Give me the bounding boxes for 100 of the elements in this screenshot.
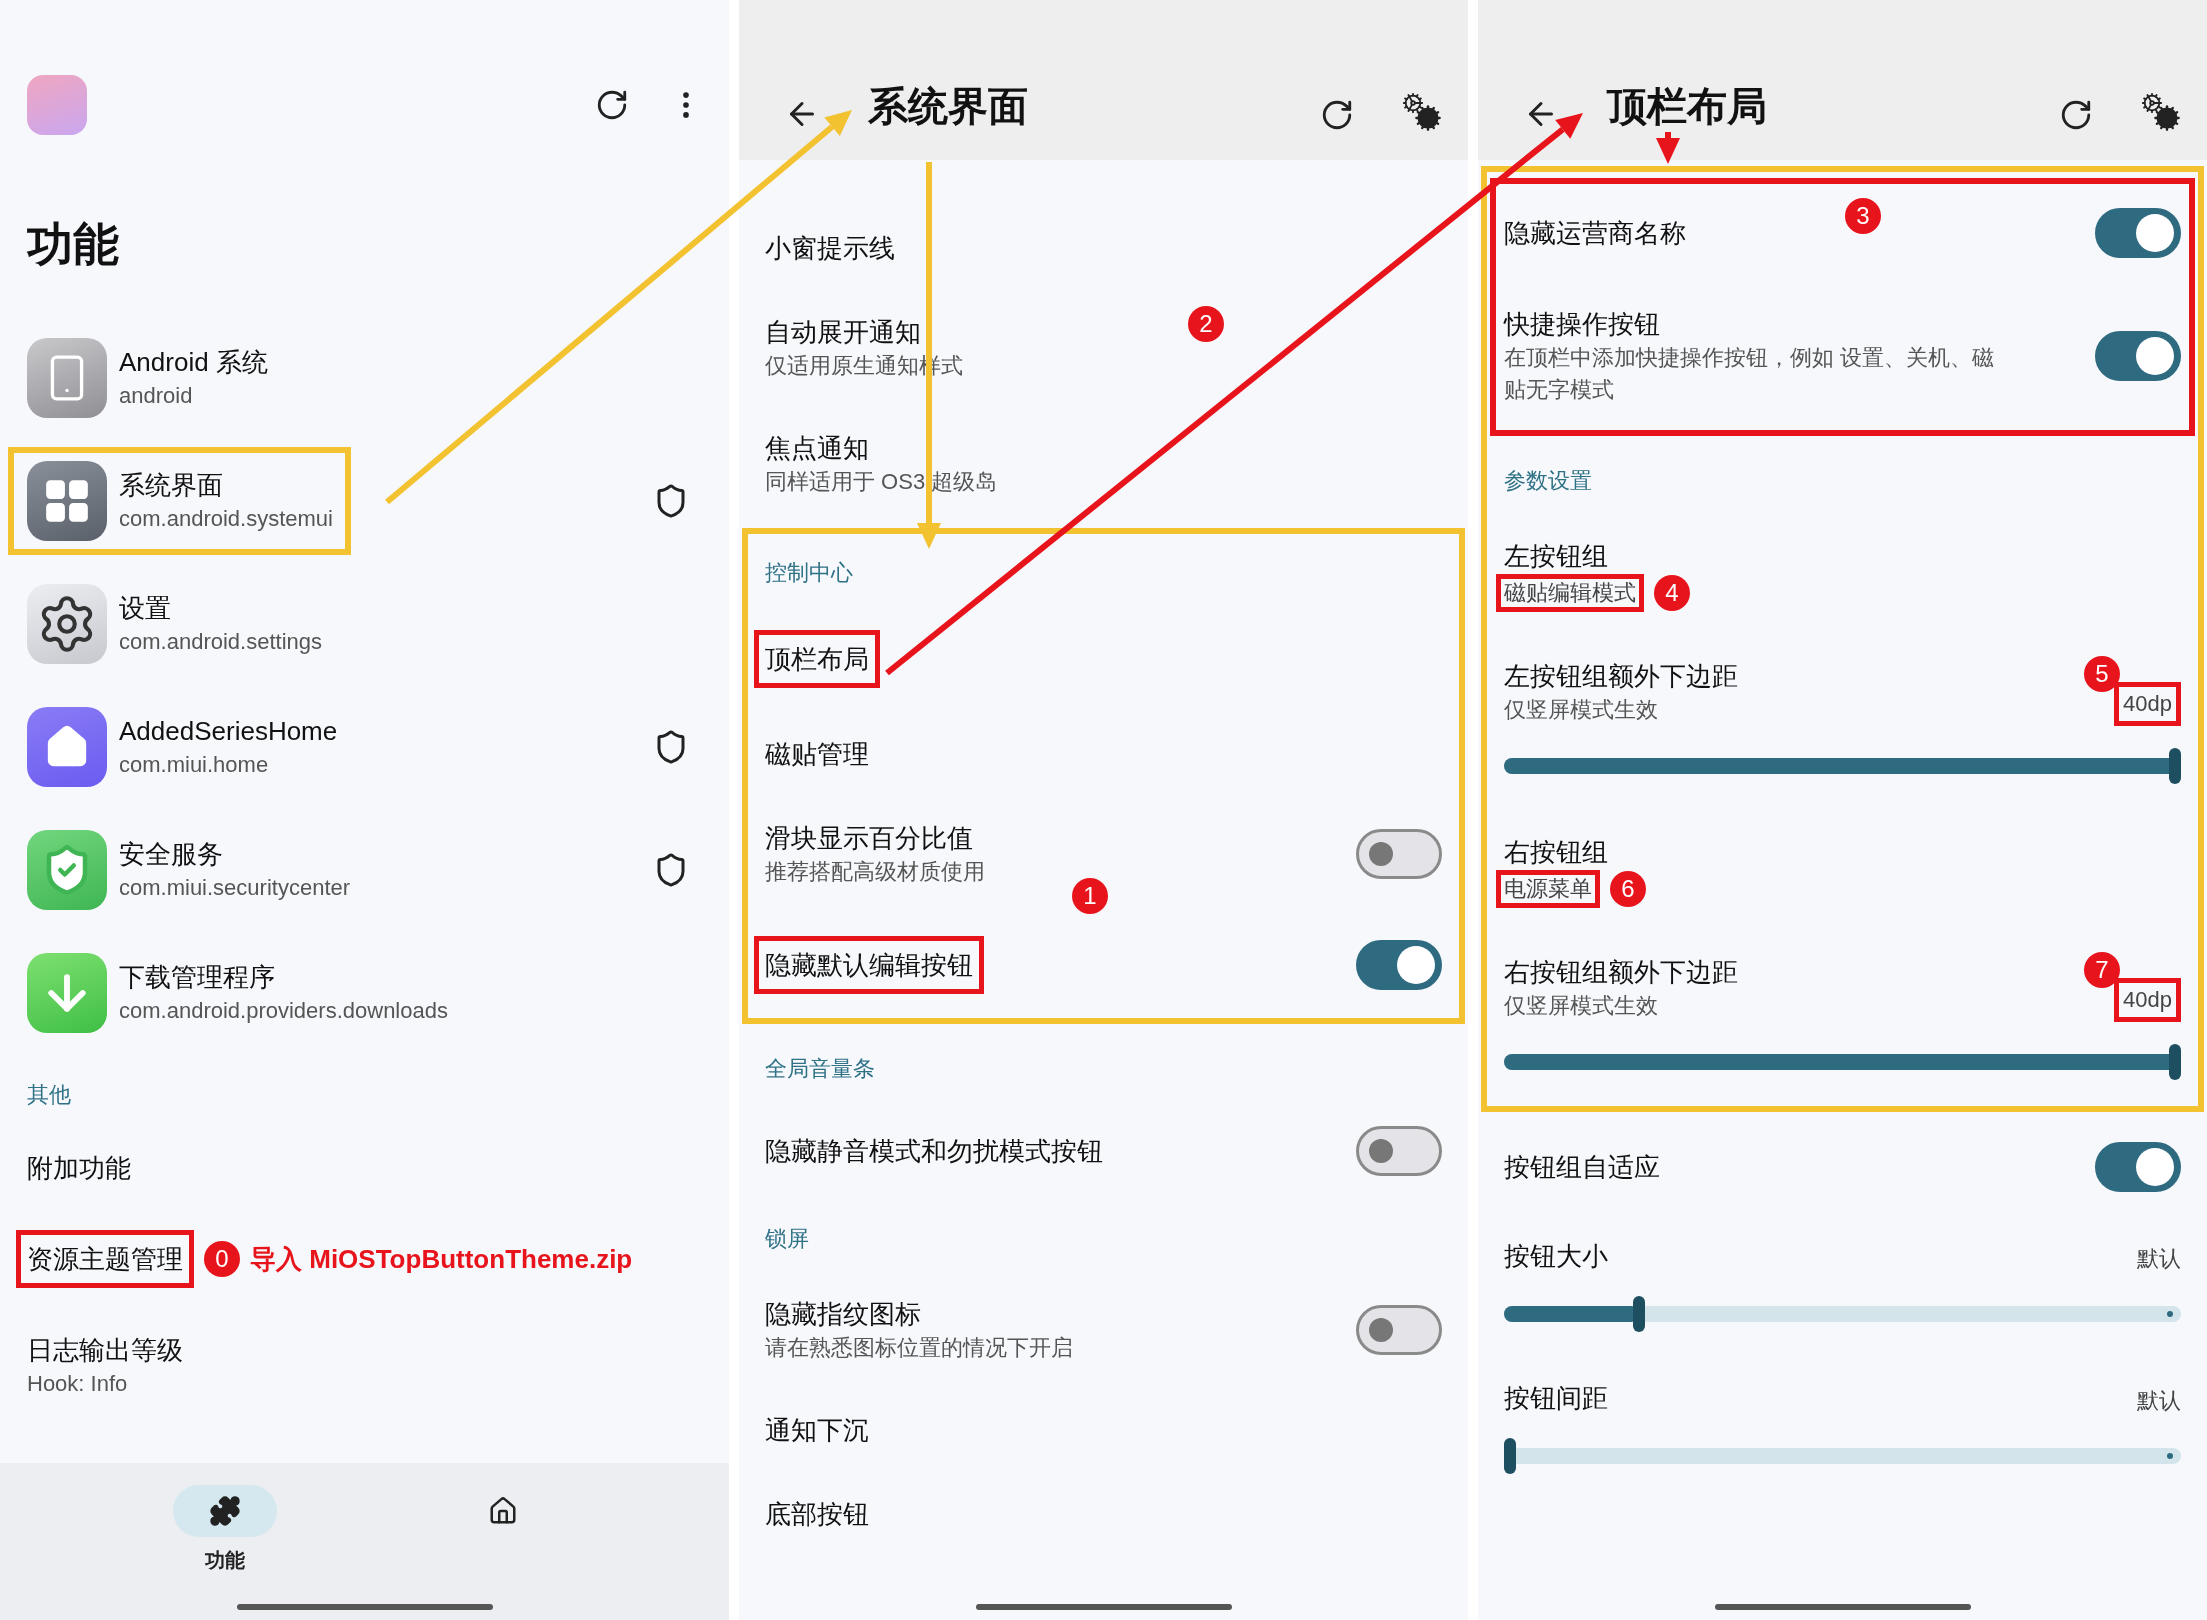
page-title: 功能 bbox=[26, 217, 120, 272]
section-header: 控制中心 bbox=[764, 559, 854, 587]
gears-icon[interactable] bbox=[2141, 92, 2181, 132]
step-badge: 3 bbox=[1845, 198, 1881, 234]
app-logo bbox=[27, 75, 87, 135]
shield-app-icon bbox=[27, 829, 107, 910]
toggle-switch[interactable] bbox=[1356, 1126, 1442, 1176]
item-title: 底部按钮 bbox=[765, 1498, 869, 1531]
app-name: 系统界面 bbox=[119, 468, 223, 502]
slider[interactable] bbox=[1504, 1296, 2181, 1332]
download-app-icon bbox=[27, 952, 107, 1033]
step-badge: 2 bbox=[1188, 306, 1224, 342]
item-title: 小窗提示线 bbox=[765, 232, 895, 265]
item-subtitle: 同样适用于 OS3 超级岛 bbox=[765, 468, 998, 496]
item-title: 按钮大小 bbox=[1504, 1240, 1608, 1273]
section-header: 其他 bbox=[26, 1081, 72, 1109]
package-name: com.android.settings bbox=[119, 627, 322, 656]
toggle-switch[interactable] bbox=[2095, 208, 2181, 258]
home-app-icon bbox=[27, 706, 107, 787]
gear-app-icon bbox=[27, 583, 107, 664]
annotation-note: 导入 MiOSTopButtonTheme.zip bbox=[250, 1242, 633, 1276]
toggle-switch[interactable] bbox=[1356, 940, 1442, 990]
item-title[interactable]: 附加功能 bbox=[27, 1150, 131, 1186]
slider-value: 40dp bbox=[2114, 978, 2181, 1022]
toggle-switch[interactable] bbox=[2095, 1142, 2181, 1192]
item-value: 磁贴编辑模式 bbox=[1496, 574, 1644, 612]
app-entry[interactable]: 系统界面 com.android.systemui bbox=[8, 446, 351, 555]
app-entry[interactable]: 设置 com.android.settings bbox=[8, 569, 340, 678]
item-title: 隐藏指纹图标 bbox=[765, 1298, 921, 1331]
slider-thumb[interactable] bbox=[2169, 748, 2181, 784]
section-header: 全局音量条 bbox=[764, 1055, 876, 1083]
app-name: 安全服务 bbox=[119, 837, 223, 871]
page-title: 系统界面 bbox=[868, 83, 1028, 130]
app-name: 设置 bbox=[119, 591, 171, 625]
step-badge: 1 bbox=[1072, 878, 1108, 914]
package-name: com.android.systemui bbox=[119, 504, 333, 533]
item-value: 电源菜单 bbox=[1496, 870, 1600, 908]
item-subtitle: 请在熟悉图标位置的情况下开启 bbox=[765, 1334, 1073, 1362]
item-title: 顶栏布局 bbox=[754, 630, 880, 688]
refresh-icon[interactable] bbox=[1320, 98, 1354, 132]
item-title: 隐藏静音模式和勿扰模式按钮 bbox=[765, 1135, 1103, 1168]
gears-icon[interactable] bbox=[1402, 92, 1442, 132]
app-name: AddedSeriesHome bbox=[119, 714, 338, 748]
app-entry[interactable]: 安全服务 com.miui.securitycenter bbox=[8, 815, 369, 924]
package-name: com.miui.securitycenter bbox=[119, 873, 351, 902]
slider-thumb[interactable] bbox=[1633, 1296, 1646, 1332]
phone-app-icon bbox=[27, 337, 107, 418]
item-title: 滑块显示百分比值 bbox=[765, 822, 973, 855]
toggle-switch[interactable] bbox=[1356, 829, 1442, 879]
step-badge: 0 bbox=[204, 1241, 240, 1277]
slider-thumb[interactable] bbox=[2169, 1044, 2181, 1080]
slider-value: 默认 bbox=[2137, 1387, 2181, 1415]
slider[interactable] bbox=[1504, 748, 2181, 784]
item-subtitle: 仅竖屏模式生效 bbox=[1504, 992, 1658, 1020]
item-title: 右按钮组额外下边距 bbox=[1504, 956, 1738, 989]
app-name: Android 系统 bbox=[119, 345, 268, 379]
grid-app-icon bbox=[27, 460, 107, 541]
slider[interactable] bbox=[1504, 1438, 2181, 1474]
app-name: 下载管理程序 bbox=[119, 960, 275, 994]
item-subtitle: 在顶栏中添加快捷操作按钮，例如 设置、关机、磁贴无字模式 bbox=[1504, 344, 1996, 404]
step-badge: 4 bbox=[1654, 575, 1690, 611]
item-title: 通知下沉 bbox=[765, 1414, 869, 1447]
item-title: 隐藏运营商名称 bbox=[1504, 217, 1686, 250]
home-icon bbox=[488, 1496, 518, 1526]
toggle-switch[interactable] bbox=[2095, 331, 2181, 381]
step-badge: 7 bbox=[2084, 952, 2121, 988]
item-title: 左按钮组额外下边距 bbox=[1504, 660, 1738, 693]
app-entry[interactable]: Android 系统 android bbox=[8, 323, 286, 432]
package-name: com.android.providers.downloads bbox=[119, 996, 448, 1025]
annotation-arrow bbox=[1656, 132, 1680, 164]
item-title: 左按钮组 bbox=[1504, 540, 1608, 573]
item-subtitle: 仅竖屏模式生效 bbox=[1504, 696, 1658, 724]
refresh-icon[interactable] bbox=[595, 88, 629, 122]
toggle-switch[interactable] bbox=[1356, 1305, 1442, 1355]
app-entry[interactable]: AddedSeriesHome com.miui.home bbox=[8, 692, 356, 801]
item-title: 按钮组自适应 bbox=[1504, 1151, 1660, 1184]
item-subtitle: 推荐搭配高级材质使用 bbox=[765, 858, 985, 886]
item-title: 焦点通知 bbox=[765, 432, 869, 465]
package-name: com.miui.home bbox=[119, 750, 269, 779]
slider[interactable] bbox=[1504, 1044, 2181, 1080]
slider-value: 40dp bbox=[2114, 682, 2181, 726]
refresh-icon[interactable] bbox=[2059, 98, 2093, 132]
nav-label: 功能 bbox=[205, 1548, 245, 1573]
item-title: 磁贴管理 bbox=[765, 738, 869, 771]
item-title[interactable]: 日志输出等级 bbox=[27, 1332, 183, 1368]
package-name: android bbox=[119, 381, 193, 410]
slider-thumb[interactable] bbox=[1504, 1438, 1516, 1474]
item-title: 按钮间距 bbox=[1504, 1382, 1608, 1415]
item-subtitle: Hook: Info bbox=[27, 1370, 128, 1398]
item-title[interactable]: 资源主题管理 bbox=[16, 1230, 194, 1288]
item-title: 自动展开通知 bbox=[765, 316, 921, 349]
page-title: 顶栏布局 bbox=[1607, 83, 1767, 130]
puzzle-icon bbox=[209, 1495, 241, 1527]
app-entry[interactable]: 下载管理程序 com.android.providers.downloads bbox=[8, 938, 466, 1047]
section-header: 参数设置 bbox=[1503, 467, 1593, 495]
item-title: 右按钮组 bbox=[1504, 836, 1608, 869]
nav-tab[interactable] bbox=[173, 1485, 277, 1537]
step-badge: 6 bbox=[1610, 871, 1646, 907]
step-badge: 5 bbox=[2084, 656, 2121, 692]
slider-value: 默认 bbox=[2137, 1245, 2181, 1273]
